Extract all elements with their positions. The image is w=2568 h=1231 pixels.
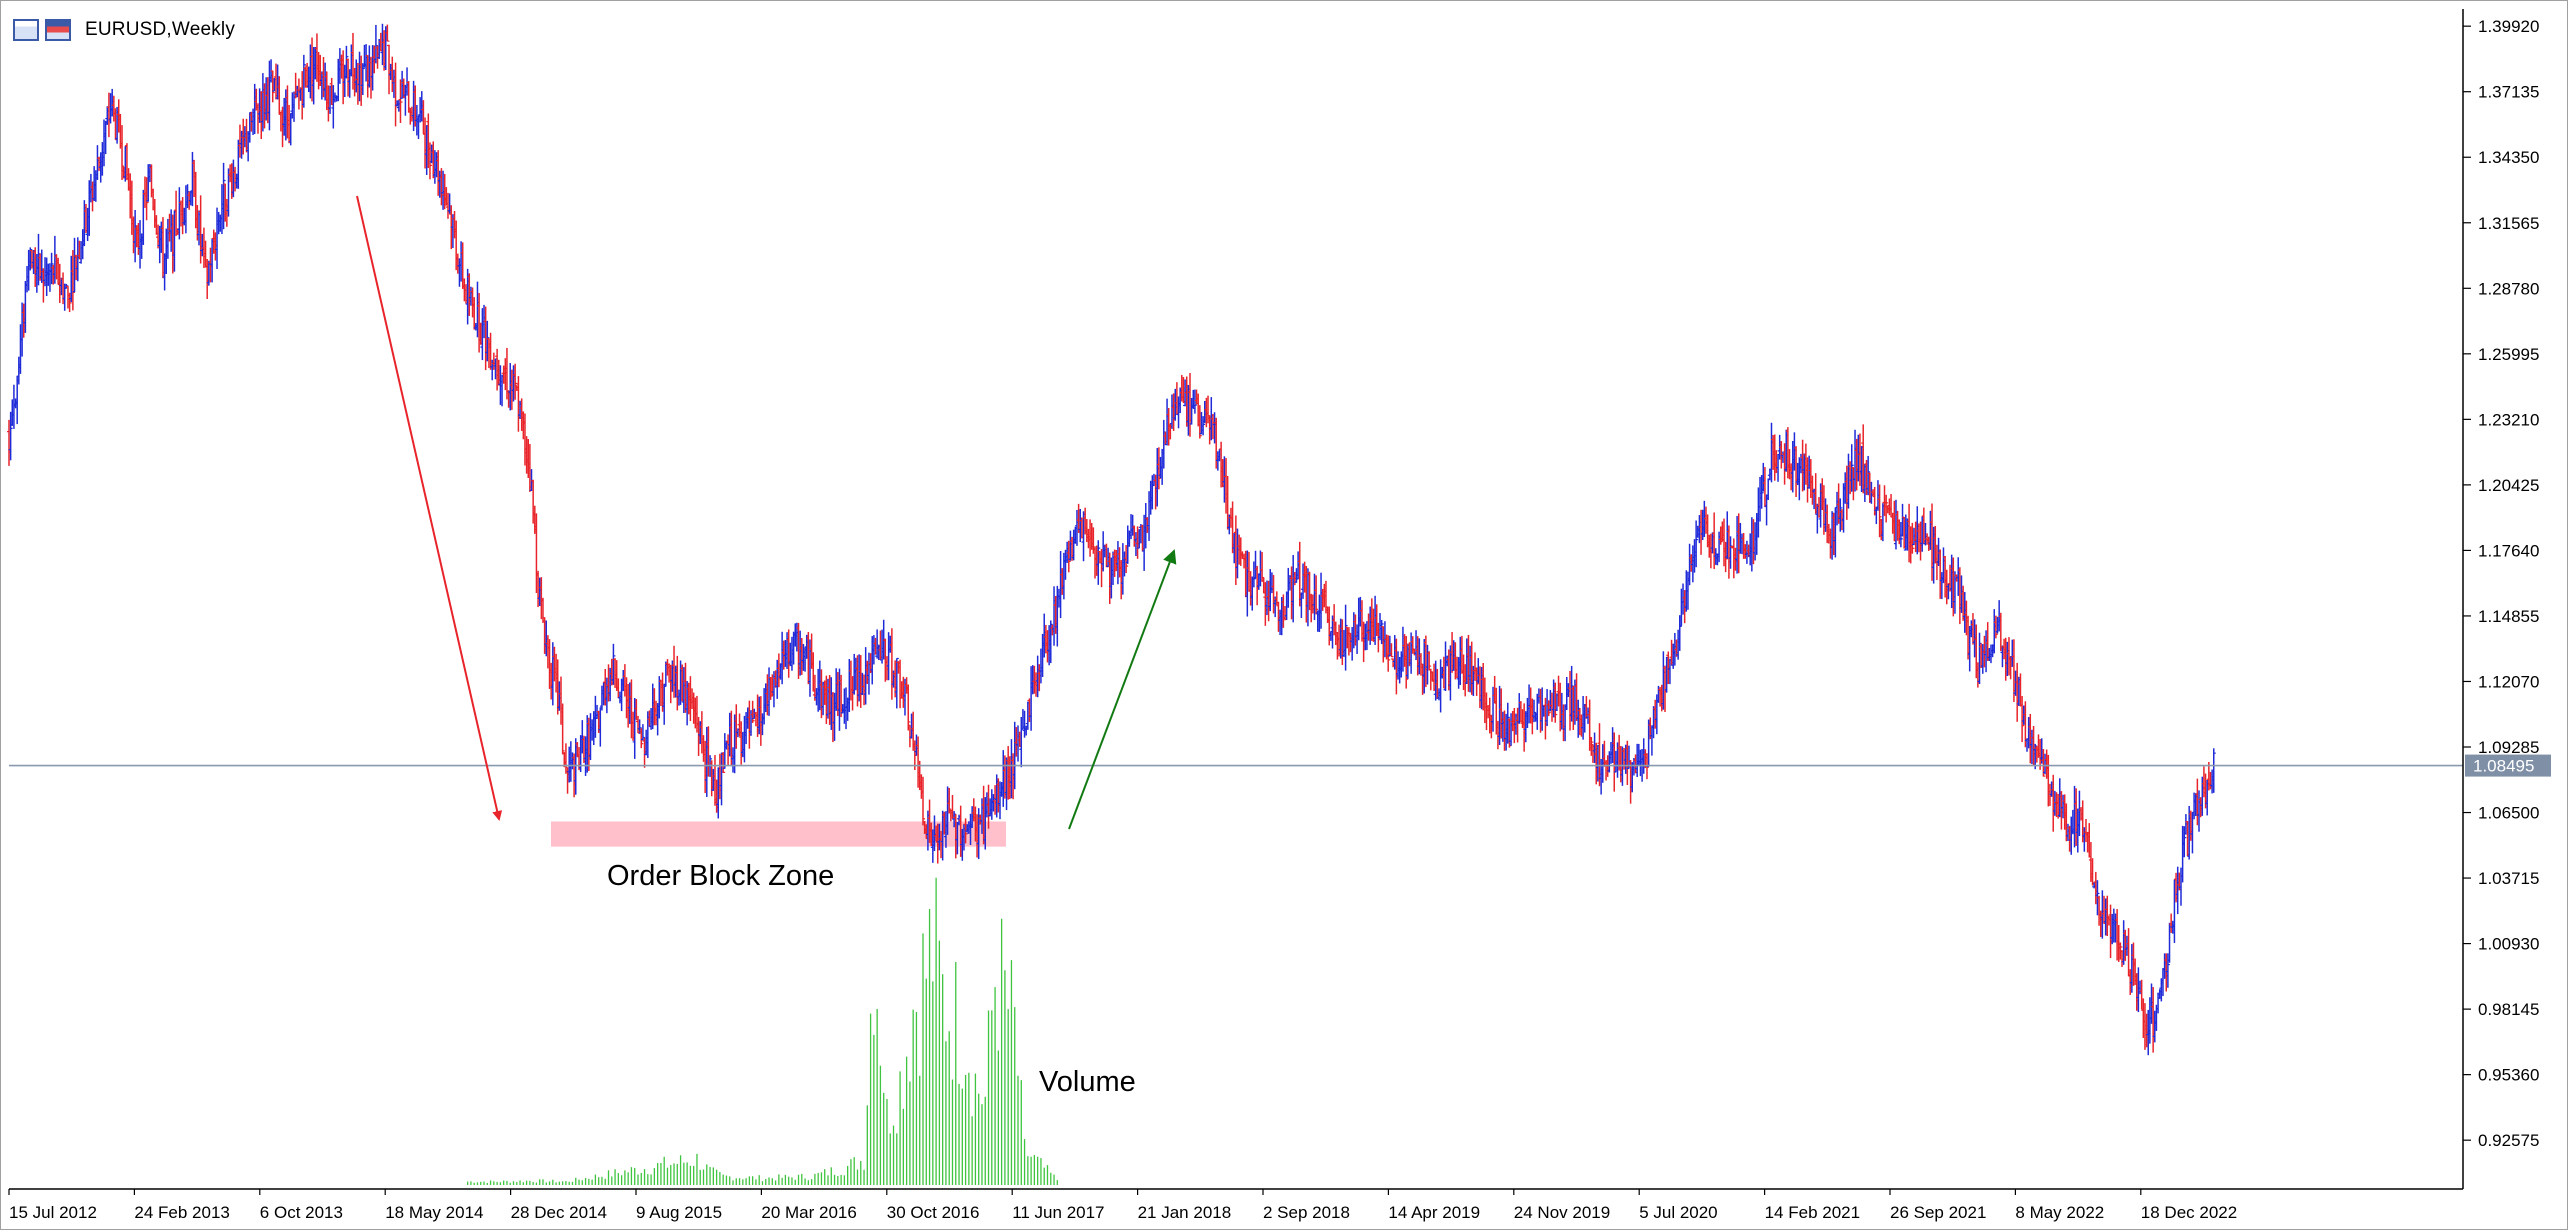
price-chart[interactable]: 1.399201.371351.343501.315651.287801.259… [1, 1, 2568, 1231]
volume-histogram [468, 878, 1058, 1185]
ohlc-bars [7, 24, 2216, 1055]
chart-window: 1.399201.371351.343501.315651.287801.259… [0, 0, 2568, 1230]
